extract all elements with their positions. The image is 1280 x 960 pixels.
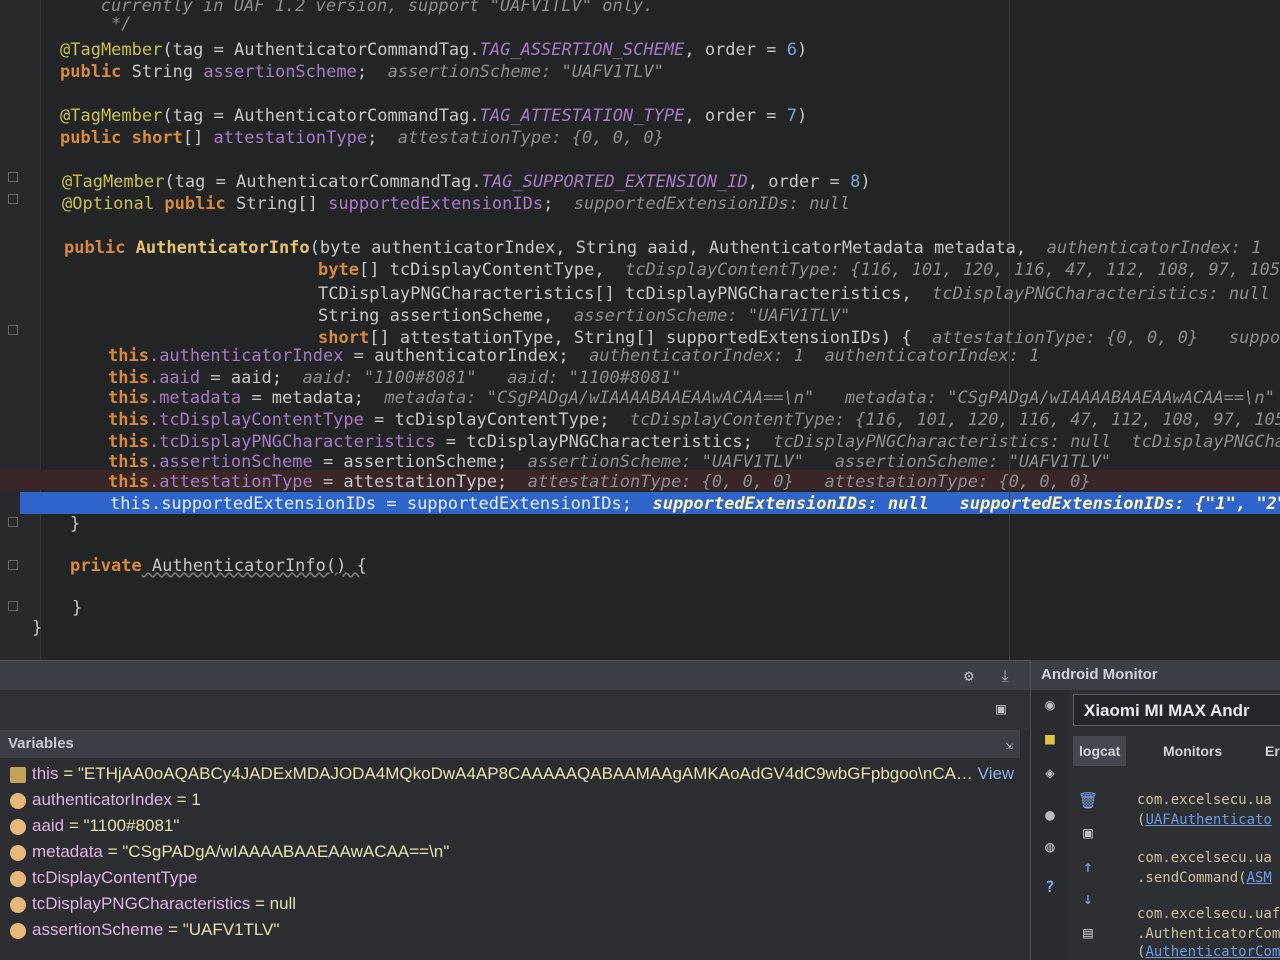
log-line: .AuthenticatorCom [1137, 926, 1280, 942]
code-line: private AuthenticatorInfo() { [70, 556, 367, 576]
tab-errors[interactable]: Er [1259, 736, 1280, 766]
code-line: this.authenticatorIndex = authenticatorI… [108, 346, 1040, 366]
code-line: this.metadata = metadata; metadata: "CSg… [108, 388, 1275, 408]
filter-icon[interactable]: ▤ [1077, 922, 1099, 944]
code-line: TCDisplayPNGCharacteristics[] tcDisplayP… [318, 284, 1270, 304]
code-line: byte[] tcDisplayContentType, tcDisplayCo… [318, 260, 1280, 280]
restore-layout-icon[interactable]: ▣ [990, 698, 1012, 720]
code-line: } [70, 514, 81, 534]
log-line: com.excelsecu.uaf [1137, 906, 1280, 922]
code-line: public AuthenticatorInfo(byte authentica… [64, 238, 1262, 258]
code-line: @TagMember(tag = AuthenticatorCommandTag… [60, 40, 808, 60]
code-line: */ [70, 14, 132, 34]
gc-icon[interactable]: ● [1039, 804, 1061, 826]
variable-row[interactable]: tcDisplayPNGCharacteristics = null [10, 892, 296, 916]
debugger-panel: ▣ Variables ⇲ this = "ETHjAA0oAQABCy4JAD… [0, 690, 1030, 960]
monitor-toolbar: ◉ ■ ◈ ● ◍ ? [1031, 690, 1069, 960]
list-icon [10, 766, 26, 783]
code-line: } [72, 598, 83, 618]
code-line: this.assertionScheme = assertionScheme; … [108, 452, 1112, 472]
parameter-icon [10, 792, 26, 809]
android-monitor-panel: Android Monitor ◉ ■ ◈ ● ◍ ? Xiaomi MI MA… [1030, 660, 1280, 960]
variable-row[interactable]: this = "ETHjAA0oAQABCy4JADExMDAJODA4MQko… [10, 762, 1014, 786]
up-arrow-icon[interactable]: ↑ [1077, 856, 1099, 878]
restart-icon[interactable]: ▣ [1077, 822, 1099, 844]
variables-header: Variables [0, 730, 1020, 758]
code-line: currently in UAF 1.2 version, support "U… [70, 0, 654, 16]
code-line: } [32, 618, 43, 638]
log-line: (AuthenticatorCom [1137, 944, 1280, 960]
variable-row[interactable]: aaid = "1100#8081" [10, 814, 179, 838]
parameter-icon [10, 922, 26, 939]
code-line: this.aaid = aaid; aaid: "1100#8081" aaid… [108, 368, 682, 388]
screenshot-icon[interactable]: ■ [1039, 728, 1061, 750]
variable-row[interactable]: tcDisplayContentType [10, 866, 197, 890]
code-line: public short[] attestationType; attestat… [60, 128, 664, 148]
layout-inspector-icon[interactable]: ◈ [1039, 762, 1061, 784]
variable-row[interactable]: assertionScheme = "UAFV1TLV" [10, 918, 280, 942]
code-area[interactable]: currently in UAF 1.2 version, support "U… [0, 0, 1280, 660]
parameter-icon [10, 844, 26, 861]
log-line: com.excelsecu.ua [1137, 792, 1272, 808]
parameter-icon [10, 896, 26, 913]
log-line: com.excelsecu.ua [1137, 850, 1272, 866]
tab-logcat[interactable]: logcat [1073, 736, 1127, 766]
help-icon[interactable]: ? [1039, 876, 1061, 898]
code-line: short[] attestationType, String[] suppor… [318, 328, 1280, 348]
code-line-current: this.supportedExtensionIDs = supportedEx… [110, 494, 1280, 514]
log-line: .sendCommand(ASM [1137, 870, 1272, 886]
code-line: public String assertionScheme; assertion… [60, 62, 664, 82]
variable-row[interactable]: authenticatorIndex = 1 [10, 788, 201, 812]
monitor-tabs: logcat Monitors Er [1073, 736, 1280, 766]
download-icon[interactable]: ⤓ [994, 665, 1016, 687]
variable-row[interactable]: metadata = "CSgPADgA/wIAAAABAAEAAwACAA==… [10, 840, 449, 864]
code-line: @TagMember(tag = AuthenticatorCommandTag… [62, 172, 871, 192]
device-selector[interactable]: Xiaomi MI MAX Andr [1073, 694, 1280, 726]
debugger-toolbar: ▣ [0, 690, 1030, 730]
code-line: String assertionScheme, assertionScheme:… [318, 306, 851, 326]
view-link[interactable]: View [978, 764, 1015, 783]
log-line: (UAFAuthenticato [1137, 812, 1272, 828]
android-monitor-title: Android Monitor [1031, 660, 1280, 690]
trash-icon[interactable]: 🗑 [1077, 790, 1099, 812]
pin-icon[interactable]: ⇲ [998, 734, 1020, 756]
code-line: this.attestationType = attestationType; … [108, 472, 1091, 492]
parameter-icon [10, 870, 26, 887]
down-arrow-icon[interactable]: ↓ [1077, 888, 1099, 910]
code-line: @Optional public String[] supportedExten… [62, 194, 851, 214]
variables-list[interactable]: this = "ETHjAA0oAQABCy4JADExMDAJODA4MQko… [0, 762, 1020, 960]
gear-icon[interactable]: ⚙ [958, 665, 980, 687]
tab-monitors[interactable]: Monitors [1157, 736, 1228, 766]
code-editor[interactable]: currently in UAF 1.2 version, support "U… [0, 0, 1280, 660]
dump-icon[interactable]: ◍ [1039, 836, 1061, 858]
parameter-icon [10, 818, 26, 835]
code-line: @TagMember(tag = AuthenticatorCommandTag… [60, 106, 808, 126]
camera-icon[interactable]: ◉ [1039, 694, 1061, 716]
code-line: this.tcDisplayContentType = tcDisplayCon… [108, 410, 1280, 430]
code-line: this.tcDisplayPNGCharacteristics = tcDis… [108, 432, 1280, 452]
